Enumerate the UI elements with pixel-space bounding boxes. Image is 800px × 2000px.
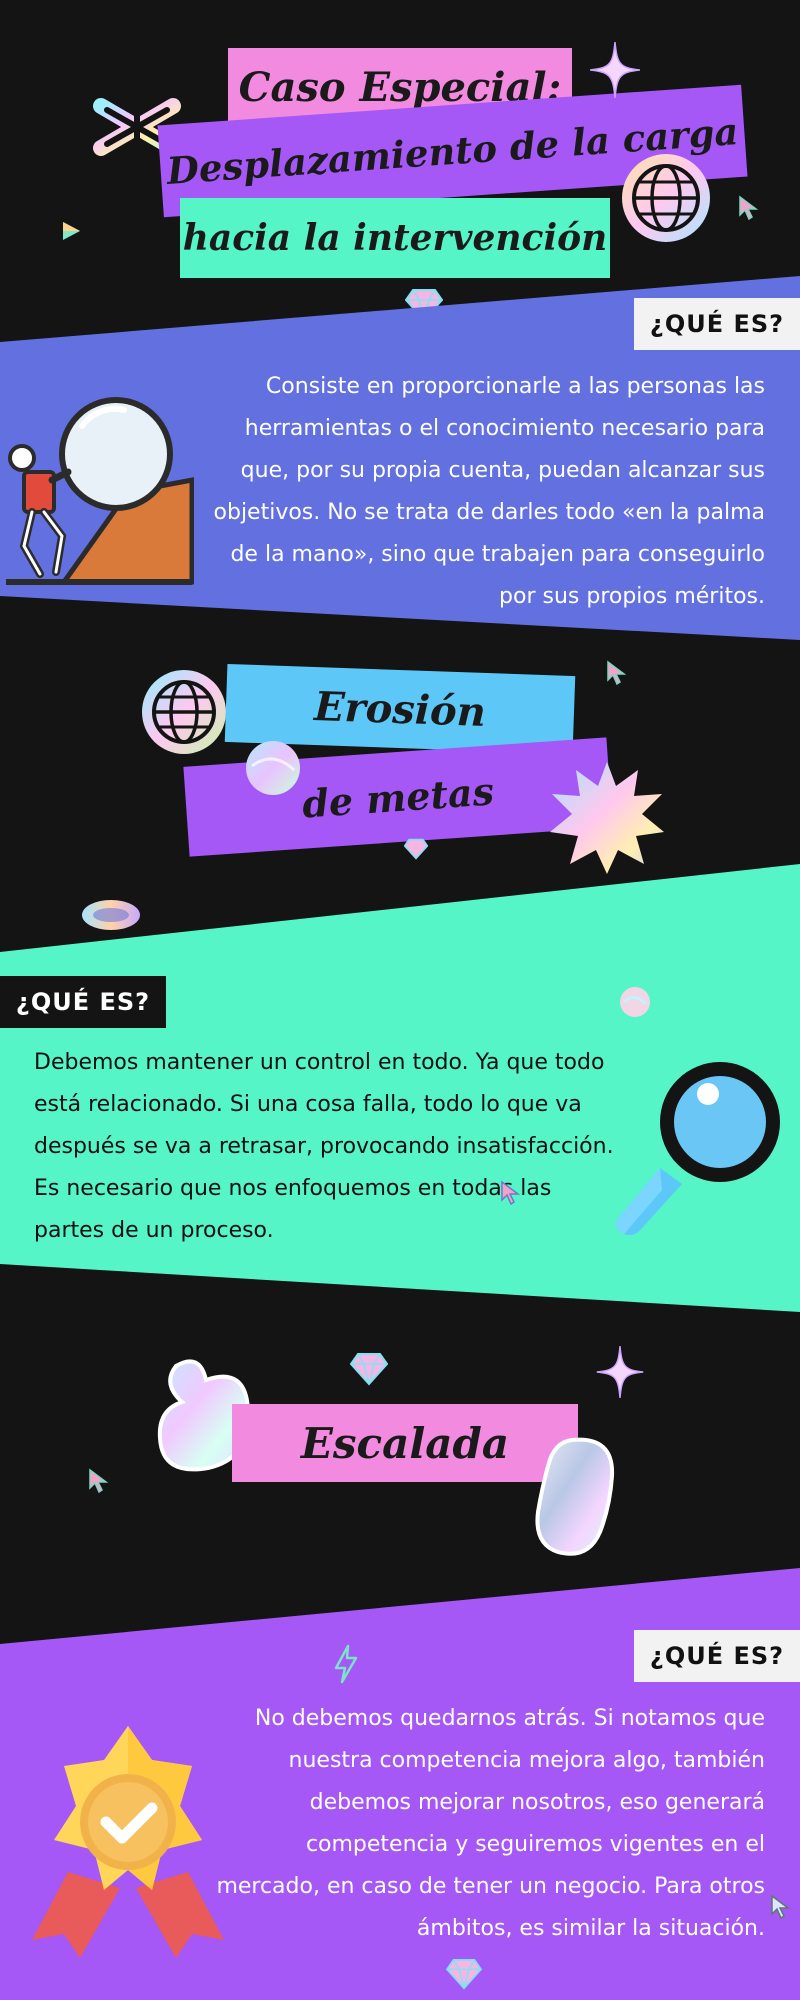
- play-icon: [60, 220, 82, 242]
- title-line-3: hacia la intervención: [182, 217, 608, 259]
- diamond-icon: [403, 838, 429, 860]
- climber-boulder-icon: [4, 396, 195, 586]
- globe-icon: [620, 152, 712, 244]
- blob-icon: [244, 740, 302, 796]
- magnifier-icon: [602, 1050, 794, 1242]
- medal-icon: [28, 1722, 228, 1958]
- section-1-text: Consiste en proporcionarle a las persona…: [213, 374, 765, 609]
- section-2-heading-line-1: Erosión: [313, 682, 487, 736]
- section-2-heading-line-2: de metas: [300, 767, 496, 827]
- cursor-icon: [770, 1894, 792, 1920]
- cursor-icon: [738, 195, 760, 221]
- section-3-heading: Escalada: [300, 1418, 510, 1468]
- cursor-icon: [88, 1468, 110, 1494]
- title-strip-3: hacia la intervención: [180, 198, 610, 278]
- infographic-page: Caso Especial: Desplazamiento de la carg…: [0, 0, 800, 2000]
- cursor-icon: [500, 1180, 522, 1206]
- section-2-text: Debemos mantener un control en todo. Ya …: [34, 1050, 614, 1243]
- heading-3-strip: Escalada: [232, 1404, 578, 1482]
- lightning-icon: [332, 1644, 360, 1684]
- globe-icon: [140, 668, 228, 756]
- blob-icon: [532, 1436, 616, 1558]
- diamond-icon: [349, 1352, 389, 1386]
- cursor-icon: [606, 660, 628, 686]
- section-1-label: ¿QUÉ ES?: [634, 298, 800, 350]
- sparkle-icon: [596, 1345, 644, 1399]
- diamond-icon: [445, 1958, 483, 1990]
- blob-icon: [618, 986, 652, 1018]
- section-3-label: ¿QUÉ ES?: [634, 1630, 800, 1682]
- starburst-icon: [548, 760, 666, 876]
- section-2-label: ¿QUÉ ES?: [0, 976, 166, 1028]
- section-3-text: No debemos quedarnos atrás. Si notamos q…: [216, 1706, 765, 1941]
- sparkle-icon: [589, 41, 641, 99]
